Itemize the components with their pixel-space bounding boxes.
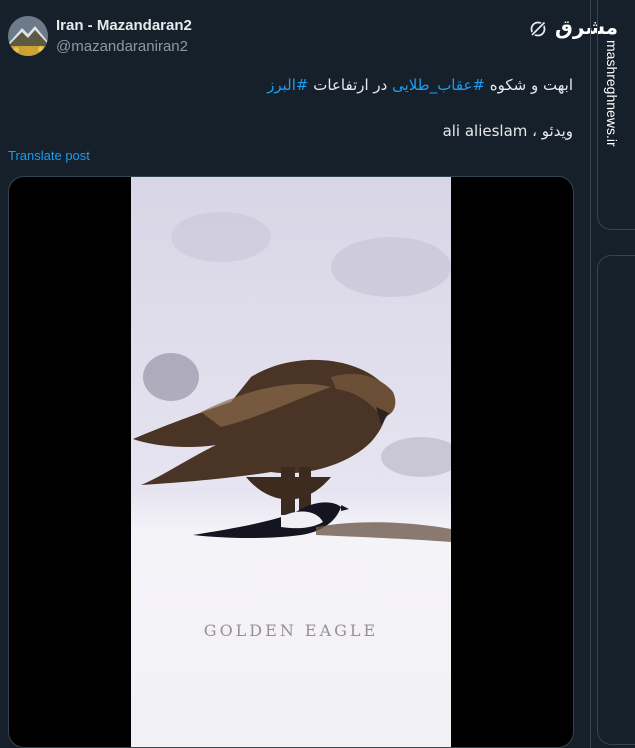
translate-post-link[interactable]: Translate post bbox=[8, 148, 90, 163]
grok-icon[interactable] bbox=[528, 19, 548, 39]
mountain-avatar-image bbox=[8, 16, 48, 56]
watermark-url: mashreghnews.ir bbox=[604, 40, 620, 147]
avatar[interactable] bbox=[8, 16, 48, 56]
hashtag-link[interactable]: #البرز bbox=[267, 76, 308, 94]
author-handle[interactable]: @mazandaraniran2 bbox=[56, 38, 188, 55]
author-display-name[interactable]: Iran - Mazandaran2 bbox=[56, 17, 192, 34]
video-caption: GOLDEN EAGLE bbox=[203, 621, 379, 640]
post-text-line-1: ابهت و شکوه #عقاب_طلایی در ارتفاعات #الب… bbox=[267, 76, 573, 94]
hashtag-link[interactable]: #عقاب_طلایی bbox=[392, 76, 485, 94]
sidebar-card bbox=[597, 255, 635, 745]
post-text-line-2: ویدئو ، ali alieslam bbox=[442, 122, 573, 140]
video-player[interactable]: GOLDEN EAGLE bbox=[8, 176, 574, 748]
post-text-segment: ابهت و شکوه bbox=[485, 76, 573, 94]
post-text-segment: در ارتفاعات bbox=[308, 76, 393, 94]
video-frame bbox=[131, 177, 451, 747]
